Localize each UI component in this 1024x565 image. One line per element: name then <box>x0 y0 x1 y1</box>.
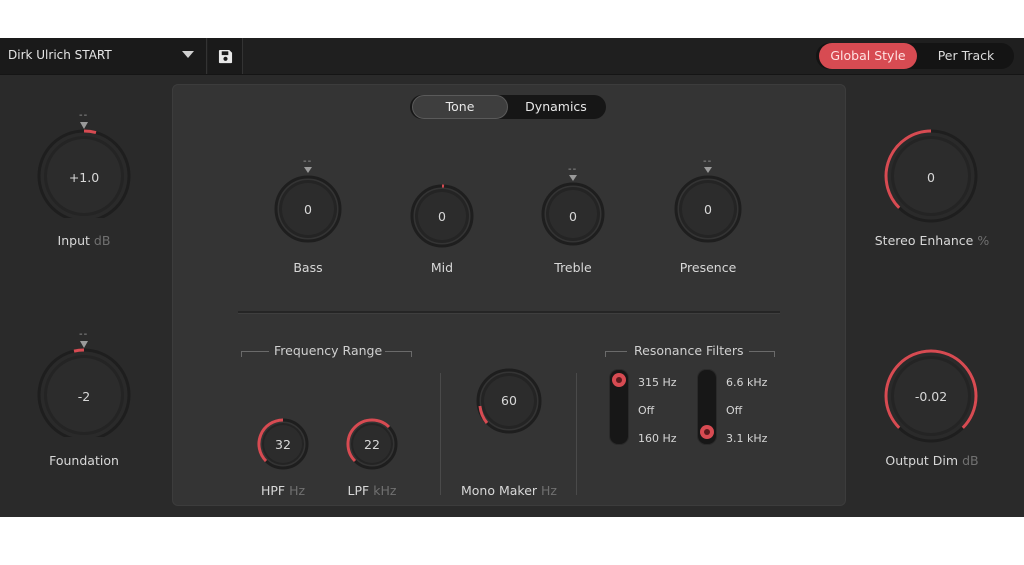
frequency-range-title: Frequency Range <box>274 343 383 358</box>
vertical-separator-1 <box>440 373 441 495</box>
treble-label: Treble <box>554 260 592 275</box>
foundation-default-marker: -- <box>79 329 89 340</box>
treble-value: 0 <box>569 209 577 224</box>
resonance-low-top-label: 315 Hz <box>638 376 677 389</box>
hpf-label-text: HPF <box>260 483 286 498</box>
foundation-label: Foundation <box>49 453 119 468</box>
input-default-marker: -- <box>79 110 89 121</box>
output-dim-label-text: Output Dim <box>885 453 959 468</box>
top-bar: Dirk Ulrich START Global Style Per Track <box>0 38 1024 75</box>
bass-default-marker: -- <box>303 156 313 167</box>
bass-value: 0 <box>304 202 312 217</box>
group-bracket-left <box>241 351 269 352</box>
tab-dynamics[interactable]: Dynamics <box>508 95 604 119</box>
resonance-high-bottom-label: 3.1 kHz <box>726 432 768 445</box>
plugin-window: Dirk Ulrich START Global Style Per Track… <box>0 38 1024 517</box>
style-scope-toggle: Global Style Per Track <box>816 43 1014 69</box>
output-dim-value: -0.02 <box>914 389 948 404</box>
vertical-separator-2 <box>576 373 577 495</box>
chevron-down-icon[interactable] <box>182 51 194 58</box>
mono-maker-label-text: Mono Maker <box>460 483 538 498</box>
bass-label: Bass <box>293 260 323 275</box>
input-value: +1.0 <box>68 170 100 185</box>
group-bracket-right-end <box>411 351 412 357</box>
mono-maker-label: Mono Maker Hz <box>453 483 565 498</box>
stereo-enhance-value: 0 <box>927 170 935 185</box>
group-bracket-right-2 <box>749 351 775 352</box>
tone-dynamics-tabs: Tone Dynamics <box>410 95 606 119</box>
treble-default-marker: -- <box>568 164 578 175</box>
save-button[interactable] <box>208 38 243 74</box>
resonance-high-middle-label: Off <box>726 404 743 417</box>
presence-label: Presence <box>679 260 737 275</box>
tone-panel: Tone Dynamics -- 0 Bass 0 Mid -- 0 Trebl… <box>172 84 846 506</box>
preset-selector[interactable]: Dirk Ulrich START <box>0 38 207 74</box>
tab-tone[interactable]: Tone <box>412 95 508 119</box>
mono-maker-unit: Hz <box>541 483 557 498</box>
group-bracket-right <box>385 351 412 352</box>
resonance-low-middle-label: Off <box>638 404 655 417</box>
output-dim-label: Output Dim dB <box>870 453 994 468</box>
section-divider <box>238 311 780 314</box>
resonance-low-switch[interactable] <box>609 369 629 445</box>
stereo-enhance-label-text: Stereo Enhance <box>874 233 974 248</box>
input-label-text: Input <box>57 233 90 248</box>
resonance-high-switch[interactable] <box>697 369 717 445</box>
lpf-label-text: LPF <box>347 483 370 498</box>
floppy-disk-icon <box>218 49 232 63</box>
group-bracket-left-end <box>241 351 242 357</box>
input-label: Input dB <box>34 233 134 248</box>
hpf-unit: Hz <box>289 483 306 498</box>
resonance-high-top-label: 6.6 kHz <box>726 376 768 389</box>
lpf-value: 22 <box>364 437 380 452</box>
stereo-enhance-label: Stereo Enhance% <box>860 233 1004 248</box>
hpf-value: 32 <box>275 437 291 452</box>
global-style-button[interactable]: Global Style <box>819 43 917 69</box>
per-track-button[interactable]: Per Track <box>920 43 1012 69</box>
foundation-value: -2 <box>77 389 91 404</box>
resonance-filters-title: Resonance Filters <box>634 343 744 358</box>
resonance-low-bottom-label: 160 Hz <box>638 432 677 445</box>
output-dim-unit: dB <box>962 453 979 468</box>
presence-value: 0 <box>704 202 712 217</box>
hpf-label: HPF Hz <box>243 483 323 498</box>
resonance-low-switch-knob[interactable] <box>612 373 626 387</box>
group-bracket-left-2-end <box>605 351 606 357</box>
lpf-label: LPF kHz <box>332 483 412 498</box>
preset-name: Dirk Ulrich START <box>8 48 112 62</box>
mid-label: Mid <box>430 260 454 275</box>
presence-default-marker: -- <box>703 156 713 167</box>
lpf-unit: kHz <box>373 483 397 498</box>
mid-value: 0 <box>438 209 446 224</box>
group-bracket-right-2-end <box>774 351 775 357</box>
resonance-high-switch-knob[interactable] <box>700 425 714 439</box>
input-unit: dB <box>93 233 111 248</box>
mono-maker-value: 60 <box>501 393 517 408</box>
group-bracket-left-2 <box>605 351 627 352</box>
stereo-enhance-unit: % <box>977 233 990 248</box>
